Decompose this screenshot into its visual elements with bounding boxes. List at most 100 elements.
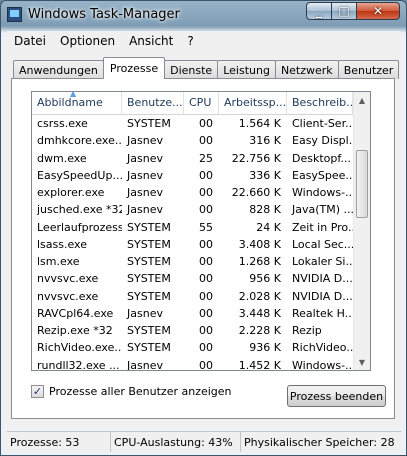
cpu-cell: 00 (199, 117, 213, 131)
user-cell: SYSTEM (127, 341, 171, 355)
process-name-cell: dwm.exe (37, 151, 87, 165)
description-cell: Realtek H... (292, 306, 353, 320)
description-cell: Rezip (292, 324, 322, 338)
user-cell: Jasnev (127, 358, 163, 371)
process-name-cell: lsm.exe (37, 255, 80, 269)
cpu-cell: 00 (199, 186, 213, 200)
maximize-button[interactable]: □ (332, 2, 357, 20)
description-cell: Desktopf... (292, 151, 351, 165)
table-row[interactable]: RAVCpl64.exe Jasnev 00 3.448 K Realtek H... (32, 305, 353, 322)
cpu-cell: 00 (199, 255, 213, 269)
memory-cell: 336 K (249, 168, 281, 182)
table-row[interactable]: lsm.exe SYSTEM 00 1.268 K Lokaler Si... (32, 253, 353, 270)
table-row[interactable]: Leerlaufprozess SYSTEM 55 24 K Zeit in Pro..… (32, 219, 353, 236)
cpu-cell: 00 (199, 237, 213, 251)
description-cell: Windows-... (292, 358, 353, 371)
process-list[interactable]: ▲ Abbildname Benutze... CPU Arbeitssp...… (31, 91, 371, 371)
show-all-users-option[interactable]: ✓ Prozesse aller Benutzer anzeigen (31, 385, 232, 398)
table-row[interactable]: explorer.exe Jasnev 00 22.660 K Windows-... (32, 184, 353, 201)
tab-dienste[interactable]: Dienste (164, 60, 219, 79)
menu-ansicht[interactable]: Ansicht (122, 34, 180, 48)
close-button[interactable]: ✕ (357, 2, 400, 20)
column-header-image-name[interactable]: ▲ Abbildname (32, 92, 122, 114)
description-cell: Java(TM) ... (292, 203, 353, 217)
menu-help[interactable]: ? (180, 34, 200, 48)
menu-optionen[interactable]: Optionen (53, 34, 122, 48)
tab-netzwerk[interactable]: Netzwerk (274, 60, 339, 79)
table-row[interactable]: jusched.exe *32 Jasnev 00 828 K Java(TM) ... (32, 201, 353, 218)
memory-cell: 2.228 K (238, 324, 281, 338)
memory-cell: 956 K (249, 272, 281, 286)
table-row[interactable]: nvvsvc.exe SYSTEM 00 2.028 K NVIDIA D... (32, 288, 353, 305)
user-cell: Jasnev (127, 306, 163, 320)
show-all-users-label: Prozesse aller Benutzer anzeigen (49, 385, 232, 398)
table-row[interactable]: RichVideo.exe... SYSTEM 00 936 K RichVideo..… (32, 339, 353, 356)
process-name-cell: csrss.exe (37, 117, 88, 131)
process-name-cell: Rezip.exe *32 (37, 324, 113, 338)
memory-cell: 936 K (249, 341, 281, 355)
end-process-button[interactable]: Prozess beenden (287, 385, 386, 407)
table-row[interactable]: lsass.exe SYSTEM 00 3.408 K Local Sec... (32, 236, 353, 253)
tab-prozesse[interactable]: Prozesse (102, 57, 166, 79)
show-all-users-checkbox[interactable]: ✓ (31, 385, 44, 398)
task-manager-window: Windows Task-Manager _ □ ✕ Datei Optione… (0, 0, 407, 456)
table-row[interactable]: dmhkcore.exe... Jasnev 00 316 K Easy Displ..… (32, 132, 353, 149)
description-cell: NVIDIA D... (292, 289, 353, 303)
table-row[interactable]: dwm.exe Jasnev 25 22.756 K Desktopf... (32, 150, 353, 167)
table-row[interactable]: nvvsvc.exe SYSTEM 00 956 K NVIDIA D... (32, 270, 353, 287)
scrollbar-thumb[interactable] (356, 150, 368, 218)
memory-cell: 22.660 K (231, 186, 281, 200)
description-cell: RichVideo... (292, 341, 353, 355)
column-header-cpu[interactable]: CPU (184, 92, 219, 114)
client-area: Anwendungen Prozesse Dienste Leistung Ne… (7, 51, 401, 427)
process-name-cell: RAVCpl64.exe (37, 306, 114, 320)
process-name-cell: nvvsvc.exe (37, 289, 99, 303)
cpu-cell: 00 (199, 358, 213, 371)
process-name-cell: rundll32.exe ... (37, 358, 120, 371)
processes-panel: ▲ Abbildname Benutze... CPU Arbeitssp...… (11, 78, 395, 419)
table-row[interactable]: Rezip.exe *32 SYSTEM 00 2.228 K Rezip (32, 322, 353, 339)
minimize-button[interactable]: _ (306, 2, 332, 20)
menu-datei[interactable]: Datei (7, 34, 53, 48)
column-header-memory[interactable]: Arbeitssp... (219, 92, 287, 114)
cpu-cell: 00 (199, 306, 213, 320)
description-cell: Lokaler Si... (292, 255, 353, 269)
user-cell: SYSTEM (127, 289, 171, 303)
title-bar[interactable]: Windows Task-Manager _ □ ✕ (1, 1, 406, 29)
tab-bar: Anwendungen Prozesse Dienste Leistung Ne… (13, 57, 400, 79)
user-cell: Jasnev (127, 134, 163, 148)
user-cell: SYSTEM (127, 117, 171, 131)
scroll-up-arrow-icon[interactable]: ▲ (354, 92, 370, 108)
process-name-cell: explorer.exe (37, 186, 105, 200)
memory-cell: 2.028 K (238, 289, 281, 303)
window-controls: _ □ ✕ (306, 2, 400, 21)
memory-cell: 3.448 K (238, 306, 281, 320)
user-cell: Jasnev (127, 151, 163, 165)
process-name-cell: Leerlaufprozess (37, 220, 122, 234)
table-row[interactable]: EasySpeedUp... Jasnev 00 336 K EasySpee... (32, 167, 353, 184)
column-header-description[interactable]: Beschreib... (287, 92, 353, 114)
cpu-cell: 00 (199, 203, 213, 217)
description-cell: Local Sec... (292, 237, 353, 251)
process-name-cell: lsass.exe (37, 237, 87, 251)
user-cell: Jasnev (127, 168, 163, 182)
table-row[interactable]: rundll32.exe ... Jasnev 00 1.452 K Windows-.… (32, 357, 353, 371)
scroll-down-arrow-icon[interactable]: ▼ (354, 354, 370, 370)
tab-leistung[interactable]: Leistung (217, 60, 276, 79)
cpu-cell: 00 (199, 341, 213, 355)
menu-bar: Datei Optionen Ansicht ? (7, 31, 401, 51)
user-cell: SYSTEM (127, 272, 171, 286)
user-cell: SYSTEM (127, 220, 171, 234)
column-header-user[interactable]: Benutze... (122, 92, 184, 114)
cpu-cell: 00 (199, 272, 213, 286)
table-row[interactable]: csrss.exe SYSTEM 00 1.564 K Client-Ser... (32, 115, 353, 132)
tab-benutzer[interactable]: Benutzer (337, 60, 400, 79)
vertical-scrollbar[interactable]: ▲ ▼ (353, 92, 370, 370)
tab-anwendungen[interactable]: Anwendungen (13, 60, 104, 79)
user-cell: SYSTEM (127, 255, 171, 269)
description-cell: EasySpee... (292, 168, 353, 182)
cpu-cell: 00 (199, 289, 213, 303)
process-name-cell: EasySpeedUp... (37, 168, 122, 182)
user-cell: SYSTEM (127, 237, 171, 251)
window-title: Windows Task-Manager (28, 7, 180, 22)
